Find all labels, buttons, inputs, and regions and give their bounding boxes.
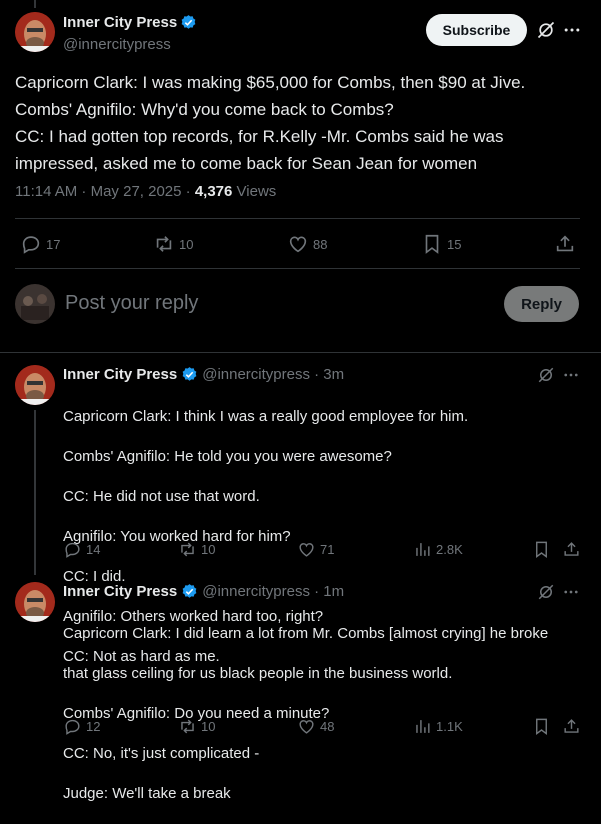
reply-action[interactable]: 14 xyxy=(63,540,100,559)
repost-count: 10 xyxy=(179,236,194,252)
tweet-line: Combs' Agnifilo: Why'd you come back to … xyxy=(15,100,394,119)
repost-action[interactable]: 10 xyxy=(153,233,193,255)
reply-icon xyxy=(20,233,42,255)
repost-icon xyxy=(178,717,197,736)
like-action[interactable]: 48 xyxy=(297,717,334,736)
like-count: 71 xyxy=(320,542,335,557)
views-label: Views xyxy=(232,183,277,200)
share-icon[interactable] xyxy=(562,540,581,559)
reply-line: Agnifilo: You worked hard for him? xyxy=(63,528,291,545)
reply-icon xyxy=(63,540,82,559)
views-icon xyxy=(413,717,432,736)
repost-action[interactable]: 10 xyxy=(178,540,215,559)
reply-line: Capricorn Clark: I think I was a really … xyxy=(63,408,469,425)
like-action[interactable]: 88 xyxy=(287,233,327,255)
reply-author-name[interactable]: Inner City Press xyxy=(63,366,177,383)
repost-count: 10 xyxy=(201,719,216,734)
views-count: 4,376 xyxy=(194,183,233,200)
tweet-meta: 11:14 AM · May 27, 2025 · 4,376 Views xyxy=(15,183,276,200)
reply-header: Inner City Press @innercitypress · 1m xyxy=(63,583,344,600)
more-icon[interactable] xyxy=(562,583,580,601)
bookmark-icon[interactable] xyxy=(532,540,551,559)
repost-action[interactable]: 10 xyxy=(178,717,215,736)
thread-connector-top xyxy=(34,0,36,8)
like-count: 88 xyxy=(313,236,328,252)
reply-header: Inner City Press @innercitypress · 3m xyxy=(63,366,344,383)
divider xyxy=(0,352,601,353)
reply-action[interactable]: 12 xyxy=(63,717,100,736)
reply-line: that glass ceiling for us black people i… xyxy=(63,665,453,682)
tweet-line: Capricorn Clark: I was making $65,000 fo… xyxy=(15,73,526,92)
reply-line: CC: No, it's just complicated - xyxy=(63,745,260,762)
grok-icon[interactable] xyxy=(537,366,555,384)
author-handle[interactable]: @innercitypress xyxy=(63,36,171,53)
views-action[interactable]: 2.8K xyxy=(413,540,463,559)
repost-count: 10 xyxy=(201,542,216,557)
reply-input[interactable]: Post your reply xyxy=(65,292,485,315)
reply-action[interactable]: 17 xyxy=(20,233,60,255)
reply-avatar[interactable] xyxy=(15,365,55,405)
views-count: 1.1K xyxy=(436,719,463,734)
like-count: 48 xyxy=(320,719,335,734)
more-icon[interactable] xyxy=(562,20,582,40)
tweet-body: Capricorn Clark: I was making $65,000 fo… xyxy=(15,69,525,177)
reply-line: Combs' Agnifilo: He told you you were aw… xyxy=(63,448,392,465)
bookmark-icon[interactable] xyxy=(532,717,551,736)
author-name[interactable]: Inner City Press xyxy=(63,14,177,31)
divider xyxy=(15,218,580,219)
reply-line: CC: He did not use that word. xyxy=(63,488,260,505)
tweet-line: CC: I had gotten top records, for R.Kell… xyxy=(15,127,504,146)
user-avatar[interactable] xyxy=(15,284,55,324)
reply-count: 14 xyxy=(86,542,101,557)
share-icon[interactable] xyxy=(554,233,576,255)
views-action[interactable]: 1.1K xyxy=(413,717,463,736)
tweet-timestamp[interactable]: 11:14 AM · May 27, 2025 · xyxy=(15,183,195,200)
reply-count: 17 xyxy=(46,236,61,252)
more-icon[interactable] xyxy=(562,366,580,384)
bookmark-icon xyxy=(421,233,443,255)
bookmark-action[interactable]: 15 xyxy=(421,233,461,255)
like-icon xyxy=(297,717,316,736)
reply-line: Capricorn Clark: I did learn a lot from … xyxy=(63,625,549,642)
bookmark-count: 15 xyxy=(447,236,462,252)
reply-handle-time[interactable]: @innercitypress · 3m xyxy=(202,366,344,383)
reply-avatar[interactable] xyxy=(15,582,55,622)
reply-body: Capricorn Clark: I did learn a lot from … xyxy=(63,604,548,824)
share-icon[interactable] xyxy=(562,717,581,736)
author-name-row: Inner City Press xyxy=(63,14,197,31)
verified-badge-icon xyxy=(181,366,198,383)
like-action[interactable]: 71 xyxy=(297,540,334,559)
reply-author-name[interactable]: Inner City Press xyxy=(63,583,177,600)
reply-button-label: Reply xyxy=(521,295,562,313)
verified-badge-icon xyxy=(181,583,198,600)
reply-count: 12 xyxy=(86,719,101,734)
repost-icon xyxy=(153,233,175,255)
tweet-line: impressed, asked me to come back for Sea… xyxy=(15,154,478,173)
grok-icon[interactable] xyxy=(536,20,556,40)
views-count: 2.8K xyxy=(436,542,463,557)
like-icon xyxy=(297,540,316,559)
thread-connector xyxy=(34,410,36,575)
reply-button[interactable]: Reply xyxy=(504,286,579,322)
reply-line: Judge: We'll take a break xyxy=(63,785,231,802)
verified-badge-icon xyxy=(180,14,197,31)
subscribe-label: Subscribe xyxy=(442,22,511,38)
repost-icon xyxy=(178,540,197,559)
like-icon xyxy=(287,233,309,255)
reply-handle-time[interactable]: @innercitypress · 1m xyxy=(202,583,344,600)
reply-icon xyxy=(63,717,82,736)
author-avatar[interactable] xyxy=(15,12,55,52)
grok-icon[interactable] xyxy=(537,583,555,601)
views-icon xyxy=(413,540,432,559)
divider xyxy=(15,268,580,269)
subscribe-button[interactable]: Subscribe xyxy=(426,14,527,46)
